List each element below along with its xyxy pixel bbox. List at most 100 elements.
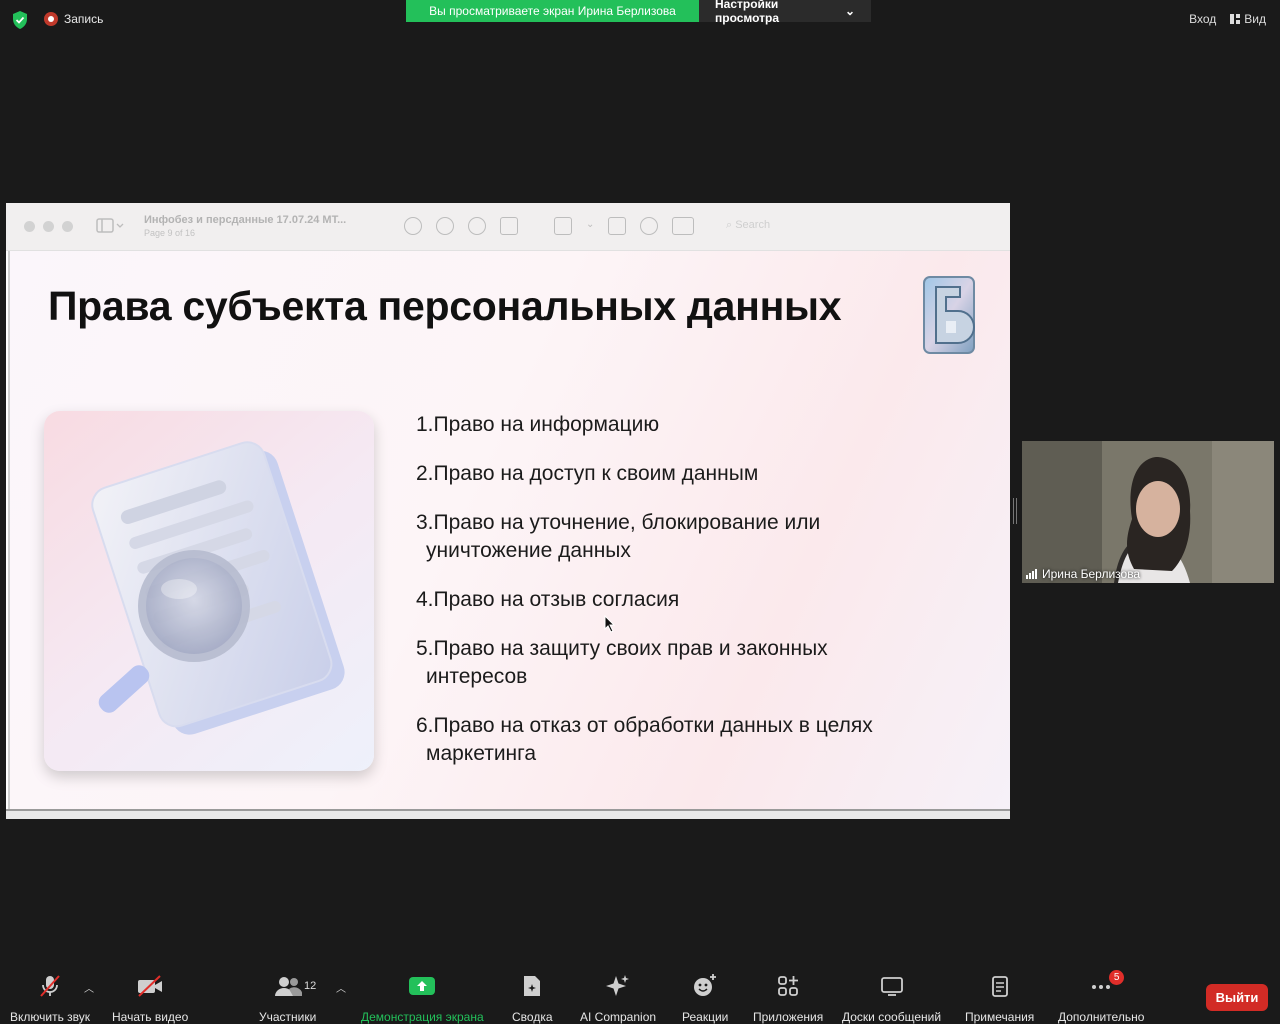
list-item: 4.Право на отзыв согласия <box>416 586 996 614</box>
info-icon[interactable] <box>404 217 422 235</box>
resize-handle[interactable] <box>1013 498 1017 524</box>
document-search-icon <box>91 441 345 735</box>
meeting-toolbar: Включить звук ︿ Начать видео Участники 1… <box>0 964 1280 1024</box>
participants-count: 12 <box>304 980 317 992</box>
list-item: 5.Право на защиту своих прав и законных и… <box>416 635 996 691</box>
top-bar: Запись Вы просматриваете экран Ирина Бер… <box>0 0 1280 40</box>
rights-list: 1.Право на информацию 2.Право на доступ … <box>416 411 996 789</box>
summary-button[interactable]: Сводка <box>512 972 553 1024</box>
participants-icon <box>274 977 302 996</box>
ai-companion-label: AI Companion <box>580 1010 657 1024</box>
rotate-icon[interactable] <box>608 217 627 235</box>
zoom-out-icon[interactable] <box>436 217 454 235</box>
smiley-add-icon <box>694 974 717 996</box>
window-controls <box>24 221 73 232</box>
search-placeholder: Search <box>735 219 771 231</box>
camera-off-icon <box>138 975 163 997</box>
notification-badge: 5 <box>1109 970 1125 985</box>
right-line: 1.Право на информацию <box>416 413 660 436</box>
leave-meeting-button[interactable]: Выйти <box>1206 984 1268 1011</box>
slide-title: Права субъекта персональных данных <box>48 283 842 329</box>
list-item: 2.Право на доступ к своим данным <box>416 460 996 488</box>
whiteboards-label: Доски сообщений <box>842 1010 942 1024</box>
preview-window-toolbar: Инфобез и персданные 17.07.24 МТ... Page… <box>6 203 1010 251</box>
notes-label: Примечания <box>965 1010 1035 1024</box>
share-icon[interactable] <box>500 217 518 235</box>
right-line-continued: интересов <box>426 665 528 688</box>
close-window-button[interactable] <box>24 221 35 232</box>
right-line: 2.Право на доступ к своим данным <box>416 462 759 485</box>
minimize-window-button[interactable] <box>43 221 54 232</box>
audio-options-chevron-icon[interactable]: ︿ <box>84 980 94 995</box>
recording-label: Запись <box>64 12 104 26</box>
form-fill-icon[interactable] <box>672 217 695 235</box>
signin-button[interactable]: Вход <box>1189 12 1216 26</box>
sparkle-icon <box>606 975 630 996</box>
list-item: 6.Право на отказ от обработки данных в ц… <box>416 712 996 768</box>
unmute-button[interactable]: Включить звук <box>10 972 90 1024</box>
recording-indicator[interactable]: Запись <box>44 12 103 26</box>
right-line: 4.Право на отзыв согласия <box>416 588 680 611</box>
chevron-down-icon: ⌄ <box>844 4 855 18</box>
more-button[interactable]: 5 Дополнительно <box>1058 970 1145 1024</box>
right-line: 5.Право на защиту своих прав и законных <box>416 637 828 660</box>
markup-icon[interactable] <box>640 217 659 235</box>
view-grid-icon <box>1230 14 1241 24</box>
participants-options-chevron-icon[interactable]: ︿ <box>336 980 346 995</box>
markup-tools: ⌄ <box>554 217 695 235</box>
mouse-cursor-icon <box>604 615 616 633</box>
preview-tools <box>404 217 518 235</box>
participant-avatar <box>1022 441 1274 583</box>
chevron-down-icon[interactable]: ⌄ <box>586 219 594 235</box>
unmute-label: Включить звук <box>10 1010 91 1024</box>
slide-bottom-edge <box>6 809 1010 819</box>
presentation-slide: Права субъекта персональных данных 1.Пра… <box>8 251 1010 809</box>
participant-name-tag: Ирина Берлизова <box>1026 567 1140 581</box>
microphone-muted-icon <box>40 975 60 997</box>
list-item: 1.Право на информацию <box>416 411 996 439</box>
document-title: Инфобез и персданные 17.07.24 МТ... <box>144 214 347 226</box>
summary-label: Сводка <box>512 1010 553 1024</box>
share-screen-button[interactable]: Демонстрация экрана <box>361 972 484 1024</box>
participants-label: Участники <box>259 1010 317 1024</box>
document-magnifier-illustration <box>44 411 374 771</box>
ai-companion-button[interactable]: AI Companion <box>580 972 656 1024</box>
security-shield-icon[interactable] <box>12 11 28 29</box>
reactions-button[interactable]: Реакции <box>682 972 728 1024</box>
search-field[interactable]: ⌕ Search <box>726 219 770 232</box>
notes-button[interactable]: Примечания <box>965 972 1034 1024</box>
share-screen-label: Демонстрация экрана <box>361 1010 484 1024</box>
participant-name: Ирина Берлизова <box>1042 567 1141 581</box>
right-line: 3.Право на уточнение, блокирование или <box>416 511 821 534</box>
record-icon <box>44 12 58 26</box>
sidebar-toggle-icon[interactable] <box>96 218 124 234</box>
notes-icon <box>991 976 1008 997</box>
right-line-continued: маркетинга <box>426 742 537 765</box>
zoom-in-icon[interactable] <box>468 217 486 235</box>
shared-screen[interactable]: Инфобез и персданные 17.07.24 МТ... Page… <box>6 203 1010 819</box>
start-video-button[interactable]: Начать видео <box>112 972 188 1024</box>
maximize-window-button[interactable] <box>62 221 73 232</box>
view-settings-label: Настройки просмотра <box>715 0 780 25</box>
highlight-pen-icon[interactable] <box>554 217 572 235</box>
participant-video[interactable]: Ирина Берлизова <box>1022 441 1274 583</box>
view-settings-button[interactable]: Настройки просмотра ⌄ <box>699 0 871 25</box>
apps-icon <box>778 976 799 996</box>
whiteboards-button[interactable]: Доски сообщений <box>842 972 941 1024</box>
summary-document-icon <box>524 976 541 996</box>
share-screen-icon <box>409 977 436 995</box>
brand-logo-icon <box>923 276 975 354</box>
start-video-label: Начать видео <box>112 1010 189 1024</box>
right-line: 6.Право на отказ от обработки данных в ц… <box>416 714 873 737</box>
view-label: Вид <box>1244 12 1266 26</box>
reactions-label: Реакции <box>682 1010 729 1024</box>
viewing-banner: Вы просматриваете экран Ирина Берлизова … <box>406 0 871 25</box>
apps-button[interactable]: Приложения <box>753 972 823 1024</box>
more-label: Дополнительно <box>1058 1010 1145 1024</box>
view-button[interactable]: Вид <box>1230 12 1266 26</box>
signal-strength-icon <box>1026 569 1037 579</box>
apps-label: Приложения <box>753 1010 824 1024</box>
page-info: Page 9 of 16 <box>144 228 196 238</box>
whiteboard-icon <box>880 977 903 996</box>
viewing-text: Вы просматриваете экран Ирина Берлизова <box>406 0 699 22</box>
